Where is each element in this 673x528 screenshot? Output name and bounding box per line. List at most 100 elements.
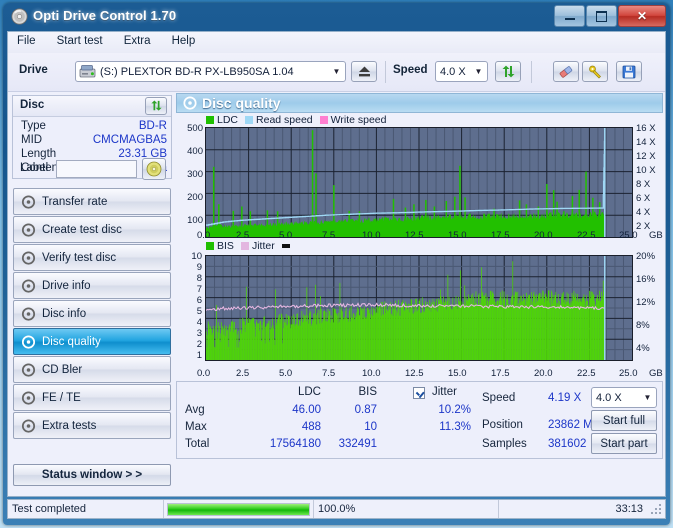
stats-row-avg: Avg [185,404,205,416]
app-root: Opti Drive Control 1.70 ✕ File Start tes… [0,0,673,528]
sidebar-item-transfer-rate[interactable]: Transfer rate [13,188,171,215]
ldc-y2tick-14x: 14 X [636,137,656,148]
start-part-button[interactable]: Start part [591,433,657,454]
disc-small-icon [21,418,36,433]
speed-select[interactable]: 4.0 X ▼ [435,61,488,82]
menu-bar: File Start test Extra Help [8,32,665,54]
start-full-button[interactable]: Start full [591,410,657,431]
content-title: Disc quality [202,95,281,111]
elapsed-time: 33:13 [615,503,643,515]
bis-xtick-7_5: 7.5 [322,368,336,379]
stats-max-bis: 10 [364,421,377,433]
bis-xtick-17_5: 17.5 [491,368,510,379]
refresh-icon [502,65,514,77]
sidebar-item-extra-tests[interactable]: Extra tests [13,412,171,439]
drive-select[interactable]: (S:) PLEXTOR BD-R PX-LB950SA 1.04 ▼ [75,61,346,82]
status-window-button[interactable]: Status window > > [13,464,171,486]
legend-label-bis: BIS [217,240,234,252]
legend-label-jitter: Jitter [251,240,275,252]
bis-ytick-4: 4 [196,317,202,328]
sidebar-item-label: Extra tests [42,419,97,432]
legend-swatch-extra [281,244,290,248]
menu-item-file[interactable]: File [8,32,45,50]
drive-icon [79,65,96,78]
progress-bar [167,502,310,516]
chevron-down-icon[interactable]: ▼ [328,67,345,76]
sidebar-item-create-test-disc[interactable]: Create test disc [13,216,171,243]
disc-icon [11,8,28,25]
bis-xtick-20: 20.0 [534,368,553,379]
eraser-button[interactable] [553,61,579,82]
result-samples-value: 381602 [548,438,587,450]
bis-ytick-3: 3 [196,328,202,339]
bis-ytick-6: 6 [196,295,202,306]
sidebar-item-label: Verify test disc [42,251,117,264]
sidebar-item-fe-te[interactable]: FE / TE [13,384,171,411]
ldc-ytick-400: 400 [187,146,203,157]
sidebar-item-disc-info[interactable]: Disc info [13,300,171,327]
bis-y2tick-12: 12% [636,297,656,308]
window-controls: ✕ [554,5,666,27]
disc-small-icon [21,334,36,349]
ldc-ytick-100: 100 [187,215,203,226]
ldc-chart[interactable]: LDC Read speed Write speed 500 400 300 2… [176,114,663,238]
disc-small-icon [21,250,36,265]
progress-percent: 100.0% [314,500,499,518]
maximize-button[interactable] [586,5,617,27]
chevron-down-icon[interactable]: ▼ [639,393,656,402]
disc-label-button[interactable] [142,158,166,180]
disc-small-icon [21,278,36,293]
result-position-label: Position [482,419,523,431]
content-header: Disc quality [176,93,663,113]
sidebar-item-cd-bler[interactable]: CD Bler [13,356,171,383]
bis-xtick-0: 0.0 [197,368,211,379]
jitter-avg: 10.2% [438,404,471,416]
stats-max-ldc: 488 [301,421,321,433]
refresh-icon [150,100,162,111]
legend-label-read-speed: Read speed [256,114,313,126]
jitter-checkbox[interactable] [413,387,425,399]
bis-xtick-15: 15.0 [448,368,467,379]
sidebar-item-label: CD Bler [42,363,83,376]
refresh-button[interactable] [495,61,521,82]
title-bar[interactable]: Opti Drive Control 1.70 ✕ [3,3,670,31]
stats-total-bis: 332491 [338,438,377,450]
disc-small-icon [21,194,36,209]
menu-item-help[interactable]: Help [163,32,205,50]
ldc-plot-area[interactable] [205,127,633,238]
bis-ytick-2: 2 [196,339,202,350]
sidebar-item-disc-quality[interactable]: Disc quality [13,328,171,355]
sidebar-item-label: Drive info [42,279,91,292]
tools-button[interactable] [582,61,608,82]
minimize-button[interactable] [554,5,585,27]
stats-avg-ldc: 46.00 [292,404,321,416]
sidebar-item-drive-info[interactable]: Drive info [13,272,171,299]
eject-button[interactable] [351,61,377,82]
bis-jitter-chart[interactable]: BIS Jitter 10 9 8 7 6 5 4 3 2 1 20% 16% … [176,240,663,366]
bis-xtick-12_5: 12.5 [405,368,424,379]
test-speed-select[interactable]: 4.0 X ▼ [591,387,657,408]
bis-y2tick-20: 20% [636,251,656,262]
bis-y2tick-16: 16% [636,274,656,285]
resize-grip-icon[interactable] [651,504,663,516]
window-title: Opti Drive Control 1.70 [33,8,177,23]
disc-small-icon [21,306,36,321]
tools-icon [588,65,601,78]
stats-col-bis: BIS [358,386,377,398]
legend-swatch-write-speed [319,116,328,124]
disc-label-input[interactable] [56,160,137,178]
stats-panel: LDC BIS Avg Max Total 46.00 488 17564180… [176,381,663,459]
save-button[interactable] [616,61,642,82]
bis-plot-area[interactable] [205,255,633,361]
close-button[interactable]: ✕ [618,5,666,27]
bis-y2tick-8: 8% [636,320,650,331]
chevron-down-icon[interactable]: ▼ [470,67,487,76]
eject-icon [358,66,370,77]
menu-item-extra[interactable]: Extra [115,32,160,50]
bis-ytick-1: 1 [196,350,202,361]
sidebar-item-verify-test-disc[interactable]: Verify test disc [13,244,171,271]
menu-item-start-test[interactable]: Start test [48,32,112,50]
bis-chart-legend: BIS Jitter [206,240,290,252]
disc-refresh-button[interactable] [145,97,167,115]
disc-quality-icon [183,96,197,110]
